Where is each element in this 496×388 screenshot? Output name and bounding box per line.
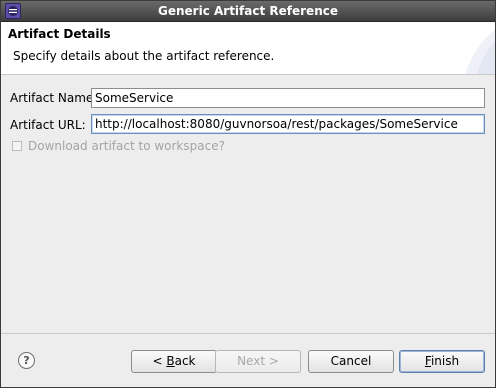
back-prefix: < [152, 354, 167, 368]
window-title: Generic Artifact Reference [158, 4, 338, 18]
button-bar-separator [1, 333, 495, 334]
title-bar[interactable]: Generic Artifact Reference [1, 1, 495, 22]
back-button[interactable]: < Back [131, 350, 217, 373]
wizard-header: Artifact Details Specify details about t… [1, 22, 495, 75]
artifact-url-label: Artifact URL: [10, 118, 86, 132]
artifact-url-field[interactable] [91, 114, 485, 134]
artifact-name-field[interactable] [91, 88, 485, 108]
download-checkbox[interactable] [12, 141, 22, 151]
page-description: Specify details about the artifact refer… [13, 49, 275, 63]
finish-rest: inish [430, 354, 460, 368]
back-rest: ack [174, 354, 196, 368]
back-mnemonic: B [166, 354, 175, 368]
download-checkbox-label: Download artifact to workspace? [28, 139, 225, 153]
dialog-window: Generic Artifact Reference Artifact Deta… [0, 0, 496, 388]
finish-button[interactable]: Finish [399, 350, 485, 373]
help-icon[interactable]: ? [18, 352, 35, 369]
page-title: Artifact Details [8, 27, 111, 41]
next-button[interactable]: Next > [215, 350, 301, 373]
artifact-name-label: Artifact Name: [10, 91, 98, 105]
banner-graphic [465, 30, 495, 74]
cancel-button[interactable]: Cancel [308, 350, 394, 373]
